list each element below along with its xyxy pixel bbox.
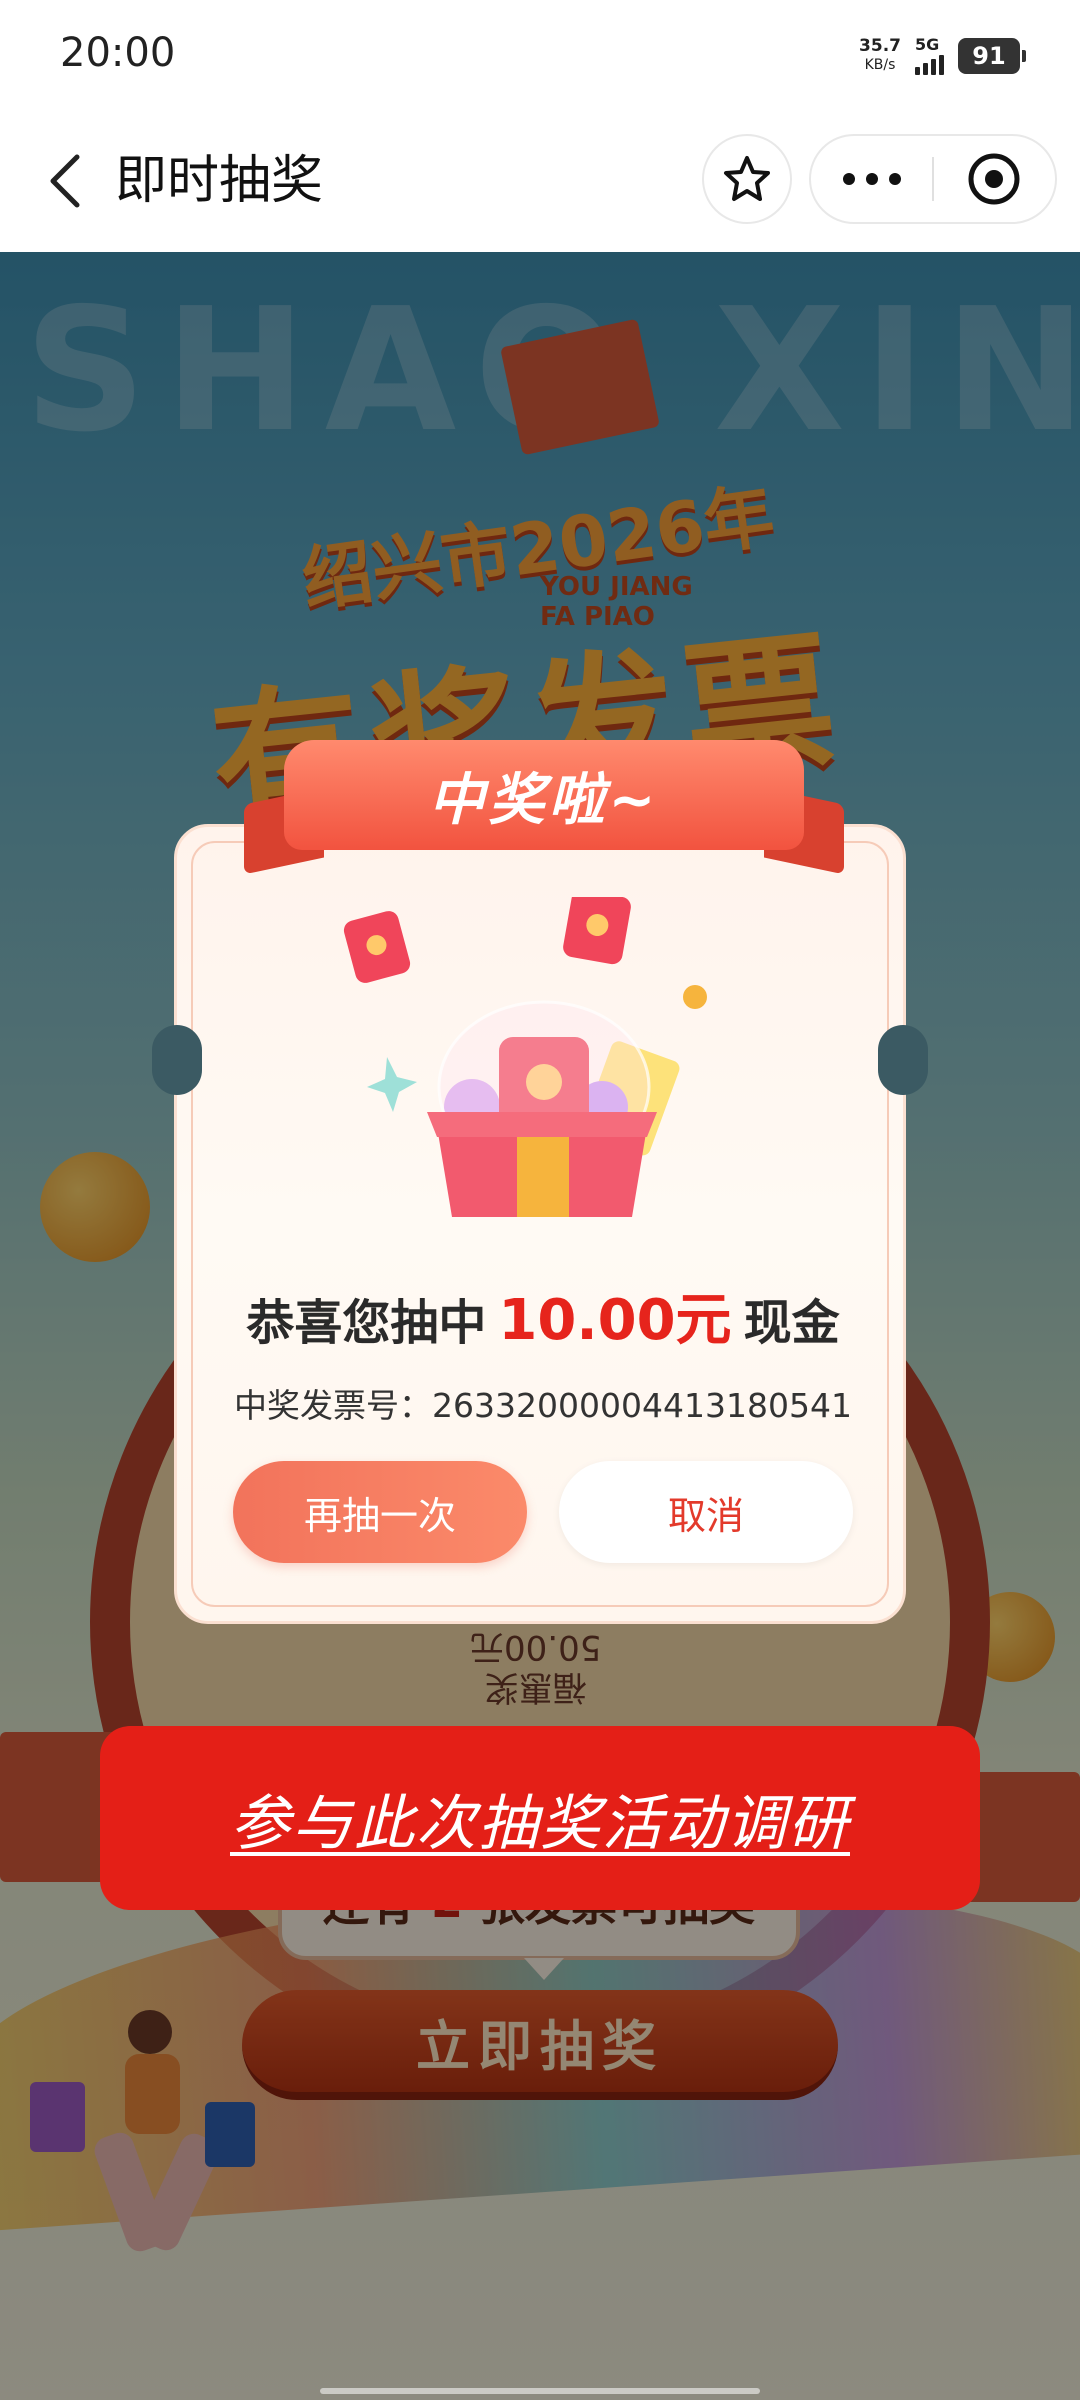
dialog-title-ribbon: 中奖啦~ bbox=[244, 740, 844, 890]
survey-link[interactable]: 参与此次抽奖活动调研 bbox=[230, 1775, 850, 1862]
status-indicators: 35.7 KB/s 5G 91 bbox=[859, 34, 1026, 78]
survey-banner[interactable]: 参与此次抽奖活动调研 bbox=[100, 1726, 980, 1910]
chevron-left-icon bbox=[50, 154, 80, 208]
network-type: 5G bbox=[915, 35, 940, 54]
network-speed: 35.7 KB/s bbox=[859, 37, 901, 75]
home-indicator[interactable] bbox=[320, 2388, 760, 2394]
status-time: 20:00 bbox=[60, 30, 176, 76]
winning-invoice-number: 中奖发票号：26332000004413180541 bbox=[234, 1386, 852, 1425]
signal-icon: 5G bbox=[915, 37, 944, 75]
battery-level: 91 bbox=[972, 42, 1006, 70]
page-title: 即时抽奖 bbox=[115, 151, 324, 211]
star-icon bbox=[724, 156, 770, 201]
network-speed-value: 35.7 bbox=[859, 36, 901, 56]
more-button[interactable] bbox=[811, 136, 932, 222]
gift-box-icon bbox=[343, 897, 707, 1217]
close-button[interactable] bbox=[934, 136, 1055, 222]
battery-icon: 91 bbox=[958, 38, 1026, 74]
prize-dialog: 恭喜您抽中 10.00元 现金 中奖发票号：26332000004413180541… bbox=[152, 740, 928, 1624]
cancel-button[interactable]: 取消 bbox=[559, 1461, 853, 1563]
status-bar: 20:00 35.7 KB/s 5G 91 bbox=[0, 0, 1080, 110]
draw-again-button[interactable]: 再抽一次 bbox=[233, 1461, 527, 1563]
ticket-notch bbox=[878, 1025, 928, 1095]
prize-dialog-card: 恭喜您抽中 10.00元 现金 中奖发票号：26332000004413180541… bbox=[152, 824, 928, 1624]
mini-program-capsule bbox=[809, 134, 1057, 224]
favorite-button[interactable] bbox=[702, 134, 792, 224]
prize-amount: 10.00元 bbox=[498, 1288, 732, 1353]
nav-bar: 即时抽奖 bbox=[0, 110, 1080, 252]
dialog-title: 中奖啦~ bbox=[428, 767, 660, 833]
target-close-icon bbox=[968, 153, 1020, 205]
back-button[interactable] bbox=[30, 146, 100, 216]
congrats-text: 恭喜您抽中 10.00元 现金 bbox=[246, 1288, 840, 1353]
network-speed-unit: KB/s bbox=[864, 57, 896, 73]
ticket-notch bbox=[152, 1025, 202, 1095]
more-horizontal-icon bbox=[842, 173, 901, 185]
